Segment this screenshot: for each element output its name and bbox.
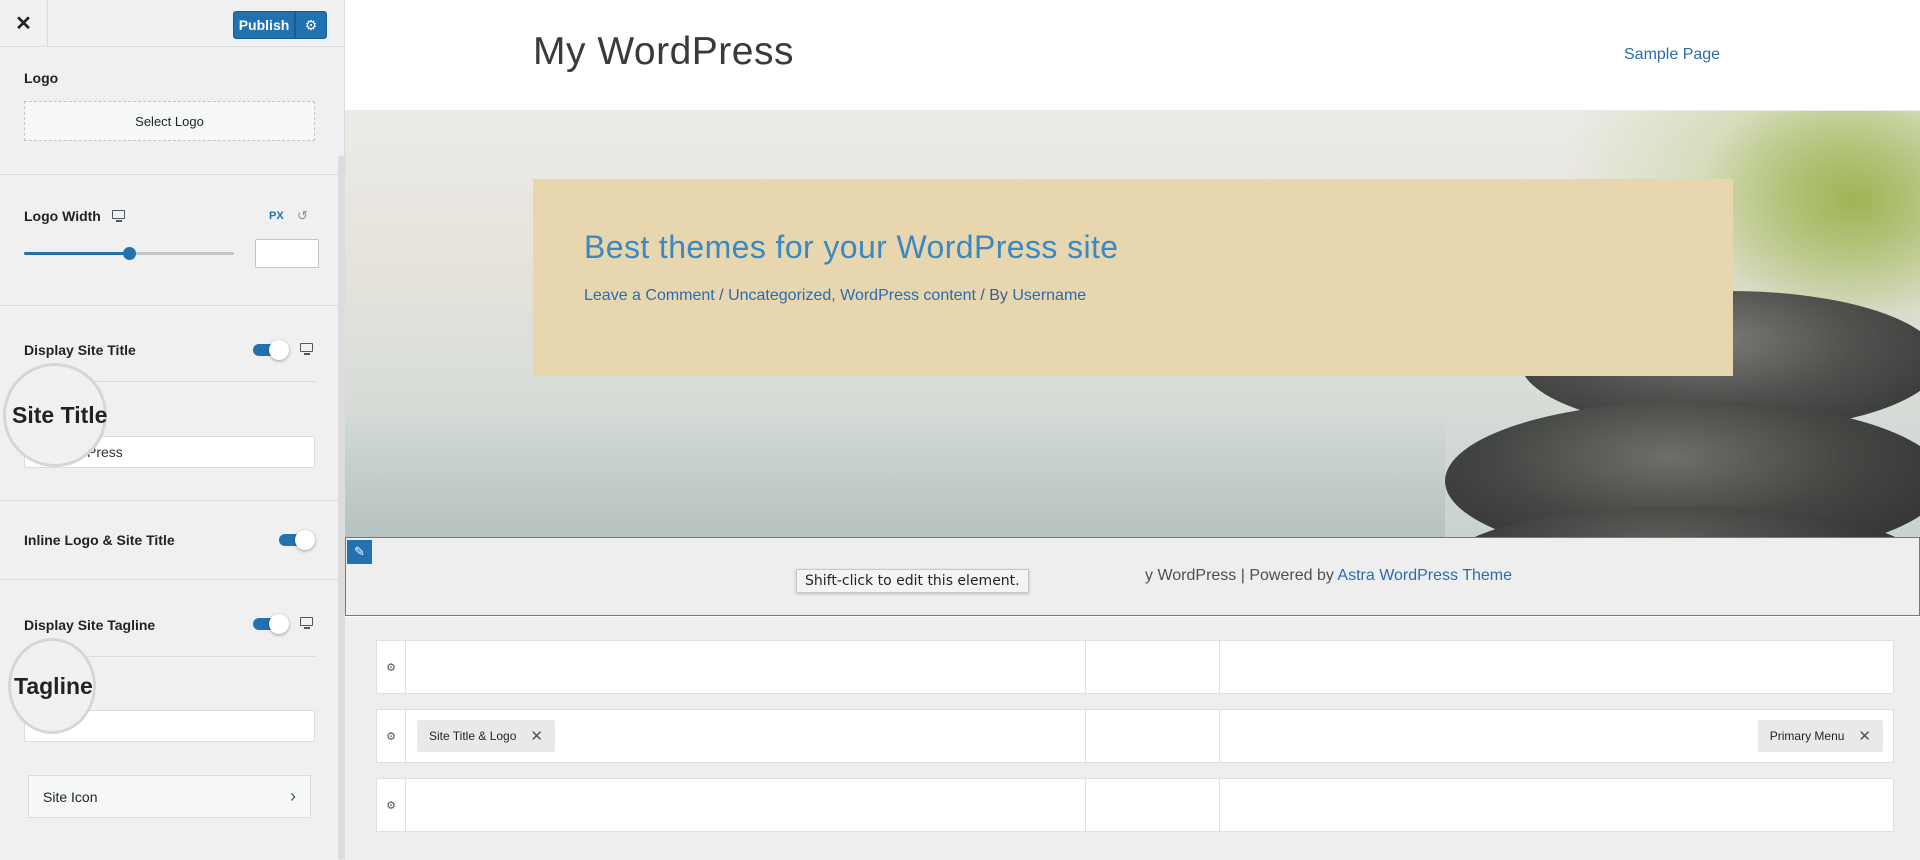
category-links[interactable]: Uncategorized, WordPress content	[728, 287, 976, 304]
site-title[interactable]: My WordPress	[533, 30, 794, 74]
close-icon[interactable]: ✕	[1858, 727, 1871, 745]
footer-copyright: y WordPress | Powered by Astra WordPress…	[1145, 567, 1512, 584]
site-preview: My WordPress Sample Page Best themes for…	[345, 0, 1920, 860]
publish-button[interactable]: Publish	[233, 11, 295, 39]
logo-width-input[interactable]	[255, 239, 319, 268]
post-title[interactable]: Best themes for your WordPress site	[584, 229, 1118, 266]
gear-icon[interactable]: ⚙	[377, 641, 406, 693]
edit-pencil-button[interactable]: ✎	[347, 540, 372, 564]
divider	[0, 305, 340, 306]
header-builder: ⚙ ⚙ Site Title & Logo ✕ Primary Menu ✕ ⚙	[345, 617, 1920, 860]
builder-row-bottom[interactable]: ⚙	[376, 778, 1894, 832]
meta-separator: /	[714, 287, 729, 304]
tagline-zoom-callout: Tagline	[8, 638, 96, 734]
inline-logo-title-toggle[interactable]	[279, 530, 315, 550]
builder-row-main[interactable]: ⚙ Site Title & Logo ✕ Primary Menu ✕	[376, 709, 1894, 763]
nav-item-sample-page[interactable]: Sample Page	[1624, 46, 1720, 64]
display-site-title-toggle[interactable]	[253, 340, 289, 360]
post-header-box: Best themes for your WordPress site Leav…	[533, 179, 1733, 376]
divider	[1085, 779, 1086, 831]
hero-image: Best themes for your WordPress site Leav…	[345, 111, 1920, 537]
divider	[1085, 641, 1086, 693]
pencil-icon: ✎	[354, 544, 365, 559]
divider	[0, 579, 340, 580]
slider-fill	[24, 252, 129, 255]
logo-width-label: Logo Width	[24, 208, 101, 224]
close-button[interactable]: ✕	[0, 0, 48, 47]
site-header: My WordPress Sample Page	[345, 0, 1920, 111]
site-title-zoom-callout: Site Title	[3, 363, 107, 467]
close-icon[interactable]: ✕	[530, 727, 543, 745]
author-link[interactable]: Username	[1012, 287, 1086, 304]
meta-by: / By	[975, 287, 1013, 304]
desktop-icon[interactable]	[300, 617, 314, 630]
desktop-icon[interactable]	[300, 343, 314, 356]
inline-logo-title-label: Inline Logo & Site Title	[24, 532, 175, 548]
builder-row-top[interactable]: ⚙	[376, 640, 1894, 694]
gear-icon[interactable]: ⚙	[377, 710, 406, 762]
post-meta: Leave a Comment / Uncategorized, WordPre…	[584, 287, 1086, 305]
gear-icon: ⚙	[304, 16, 318, 33]
divider	[0, 174, 340, 175]
divider	[1219, 710, 1220, 762]
site-footer[interactable]: ✎ y WordPress | Powered by Astra WordPre…	[345, 537, 1920, 616]
theme-link[interactable]: Astra WordPress Theme	[1337, 567, 1512, 584]
customizer-sidebar: ✕ Publish ⚙ Logo Select Logo Logo Width …	[0, 0, 345, 860]
sidebar-scrollbar[interactable]	[338, 155, 344, 860]
divider	[1219, 641, 1220, 693]
shift-click-tooltip: Shift-click to edit this element.	[796, 569, 1029, 593]
display-site-tagline-toggle[interactable]	[253, 614, 289, 634]
comment-link[interactable]: Leave a Comment	[584, 287, 715, 304]
builder-item-primary-menu[interactable]: Primary Menu ✕	[1757, 720, 1883, 752]
logo-width-slider[interactable]	[24, 247, 234, 260]
tagline-label: Tagline	[14, 672, 93, 699]
divider	[1085, 710, 1086, 762]
sidebar-header: ✕ Publish ⚙	[0, 0, 345, 47]
unit-px-button[interactable]: PX	[269, 210, 284, 222]
close-icon: ✕	[15, 13, 32, 35]
select-logo-button[interactable]: Select Logo	[24, 101, 315, 141]
site-icon-label: Site Icon	[43, 788, 98, 805]
chevron-right-icon: ›	[290, 786, 296, 806]
site-icon-section[interactable]: Site Icon ›	[28, 775, 311, 818]
divider	[0, 500, 340, 501]
hero-blur	[345, 411, 1445, 537]
gear-icon[interactable]: ⚙	[377, 779, 406, 831]
logo-label: Logo	[24, 70, 59, 86]
desktop-icon[interactable]	[112, 210, 126, 223]
builder-item-site-title-logo[interactable]: Site Title & Logo ✕	[417, 720, 555, 752]
site-title-label: Site Title	[12, 401, 108, 428]
reset-icon[interactable]: ↺	[297, 208, 308, 224]
slider-handle[interactable]	[123, 247, 136, 260]
display-site-title-label: Display Site Title	[24, 342, 136, 358]
display-site-tagline-label: Display Site Tagline	[24, 617, 156, 633]
divider	[1219, 779, 1220, 831]
publish-group: Publish ⚙	[233, 11, 327, 39]
customizer-app: ✕ Publish ⚙ Logo Select Logo Logo Width …	[0, 0, 1920, 860]
publish-settings-button[interactable]: ⚙	[295, 11, 327, 39]
